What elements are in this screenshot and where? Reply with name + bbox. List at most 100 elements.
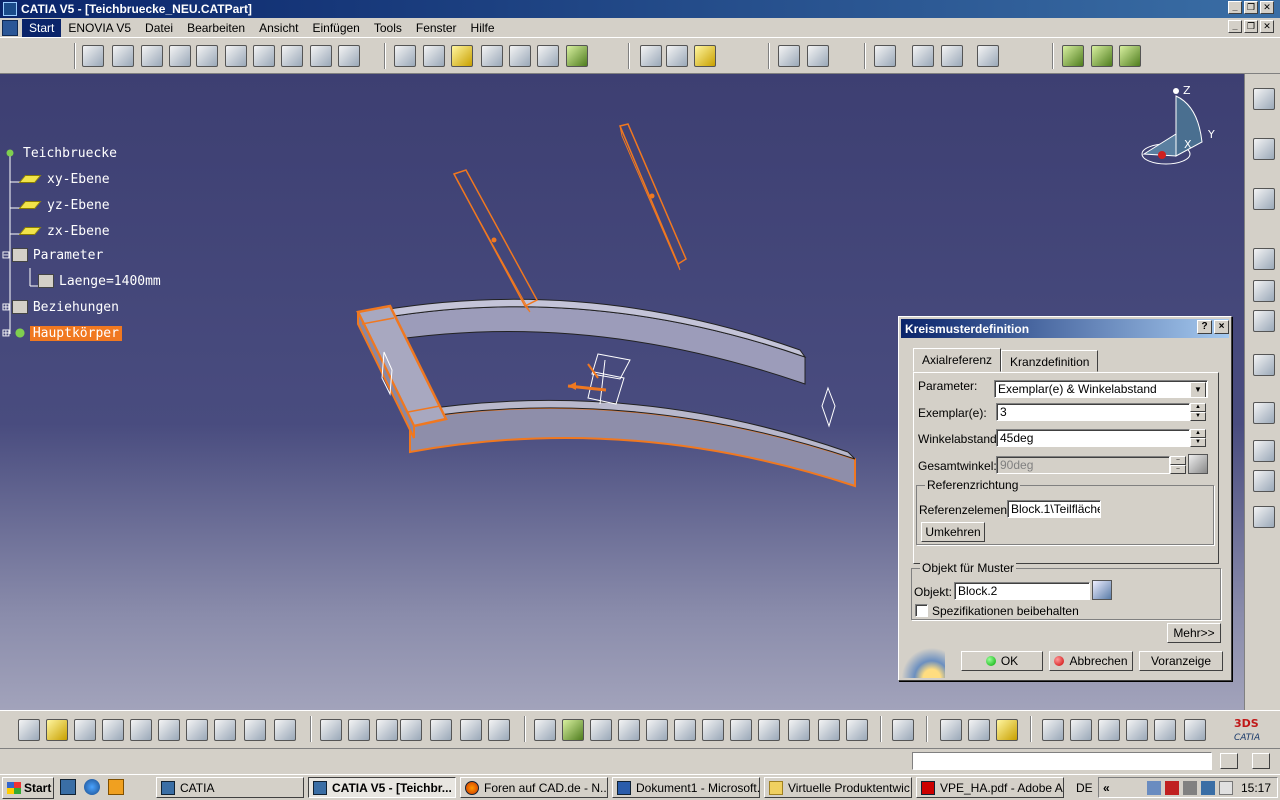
- volume-icon[interactable]: [1218, 780, 1233, 795]
- rib-icon[interactable]: [225, 45, 247, 67]
- boolean-icon[interactable]: [1253, 440, 1275, 462]
- print-icon[interactable]: [102, 719, 124, 741]
- groove-icon[interactable]: [169, 45, 191, 67]
- stiffener-icon[interactable]: [281, 45, 303, 67]
- zoom-out-icon[interactable]: [674, 719, 696, 741]
- knowledge-advisor-icon[interactable]: [348, 719, 370, 741]
- menu-einfuegen[interactable]: Einfügen: [305, 19, 366, 37]
- media-player-icon[interactable]: [108, 779, 124, 795]
- tree-item-laenge[interactable]: Laenge=1400mm: [38, 272, 164, 290]
- tray-icon-network[interactable]: [1146, 780, 1161, 795]
- exemplare-spinner[interactable]: ▲ ▼: [1190, 403, 1206, 421]
- undo-icon[interactable]: [214, 719, 236, 741]
- cylinder-icon[interactable]: [1154, 719, 1176, 741]
- collapse-icon[interactable]: ⊟: [2, 248, 10, 263]
- copy-icon[interactable]: [158, 719, 180, 741]
- pad-icon[interactable]: [82, 45, 104, 67]
- task-word[interactable]: Dokument1 - Microsoft...: [612, 777, 760, 798]
- menu-bearbeiten[interactable]: Bearbeiten: [180, 19, 252, 37]
- tree-item-yz-plane[interactable]: yz-Ebene: [18, 196, 113, 214]
- menu-ansicht[interactable]: Ansicht: [252, 19, 305, 37]
- settings-gear-icon[interactable]: [1253, 88, 1275, 110]
- measure-between-icon[interactable]: [940, 719, 962, 741]
- ok-button[interactable]: OK: [961, 651, 1043, 671]
- exemplare-input[interactable]: 3: [996, 403, 1190, 421]
- assemble-icon[interactable]: [874, 45, 896, 67]
- referenzelement-input[interactable]: Block.1\Teilfläche.: [1007, 500, 1101, 518]
- whats-this-icon[interactable]: [274, 719, 296, 741]
- catalog-icon[interactable]: [1253, 402, 1275, 424]
- axis-system-icon[interactable]: [1098, 719, 1120, 741]
- language-indicator[interactable]: DE: [1076, 781, 1093, 795]
- internet-explorer-icon[interactable]: [84, 779, 100, 795]
- spezifikationen-checkbox[interactable]: [915, 604, 928, 617]
- menu-datei[interactable]: Datei: [138, 19, 180, 37]
- menu-fenster[interactable]: Fenster: [409, 19, 464, 37]
- select-arrow-icon[interactable]: [1253, 138, 1275, 160]
- swap-space-icon[interactable]: [846, 719, 868, 741]
- fit-all-in-icon[interactable]: [562, 719, 584, 741]
- normal-view-icon[interactable]: [702, 719, 724, 741]
- transform-icon[interactable]: [1253, 470, 1275, 492]
- pan-icon[interactable]: [590, 719, 612, 741]
- tray-icon-device[interactable]: [1182, 780, 1197, 795]
- minimize-button[interactable]: _: [1228, 1, 1242, 14]
- dialog-close-button[interactable]: ×: [1214, 320, 1229, 334]
- winkelabstand-input[interactable]: 45deg: [996, 429, 1190, 447]
- split-icon[interactable]: [778, 45, 800, 67]
- shading-icon[interactable]: [788, 719, 810, 741]
- design-table-icon[interactable]: [376, 719, 398, 741]
- inertia-icon[interactable]: [1119, 45, 1141, 67]
- hierarchy-icon[interactable]: [430, 719, 452, 741]
- dialog-help-button[interactable]: ?: [1197, 320, 1212, 334]
- save-icon[interactable]: [74, 719, 96, 741]
- slot-icon[interactable]: [253, 45, 275, 67]
- new-file-icon[interactable]: [18, 719, 40, 741]
- hand-icon[interactable]: [1070, 719, 1092, 741]
- measure-item-icon[interactable]: [968, 719, 990, 741]
- formula-icon[interactable]: [1188, 454, 1208, 474]
- shaft-icon[interactable]: [141, 45, 163, 67]
- command-history-button[interactable]: [1220, 753, 1238, 769]
- tab-kranzdefinition[interactable]: Kranzdefinition: [1001, 350, 1099, 372]
- flag-note-icon[interactable]: [1253, 280, 1275, 302]
- edge-fillet-icon[interactable]: [394, 45, 416, 67]
- shell-icon[interactable]: [481, 45, 503, 67]
- remove-loft-icon[interactable]: [338, 45, 360, 67]
- restore-button[interactable]: ❐: [1244, 1, 1258, 14]
- doc-close-button[interactable]: ✕: [1260, 20, 1274, 33]
- analysis-tool-icon[interactable]: [1184, 719, 1206, 741]
- task-firefox[interactable]: Foren auf CAD.de - N...: [460, 777, 608, 798]
- tree-item-hauptkoerper[interactable]: ⊞ Hauptkörper: [2, 324, 122, 342]
- task-catia-v5[interactable]: CATIA V5 - [Teichbr...: [308, 777, 456, 798]
- mehr-button[interactable]: Mehr>>: [1167, 623, 1221, 643]
- rotate-icon[interactable]: [618, 719, 640, 741]
- update-icon[interactable]: [488, 719, 510, 741]
- tree-item-xy-plane[interactable]: xy-Ebene: [18, 170, 113, 188]
- tree-item-zx-plane[interactable]: zx-Ebene: [18, 222, 113, 240]
- cut-icon[interactable]: [130, 719, 152, 741]
- pocket-icon[interactable]: [112, 45, 134, 67]
- tab-axialreferenz[interactable]: Axialreferenz: [913, 348, 1002, 372]
- document-icon[interactable]: [2, 19, 18, 36]
- snap-icon[interactable]: [1042, 719, 1064, 741]
- fly-mode-icon[interactable]: [534, 719, 556, 741]
- multi-view-icon[interactable]: [730, 719, 752, 741]
- tray-icon-monitor[interactable]: [1200, 780, 1215, 795]
- umkehren-button[interactable]: Umkehren: [921, 522, 985, 542]
- menu-enovia[interactable]: ENOVIA V5: [61, 19, 138, 37]
- plane-icon[interactable]: [694, 45, 716, 67]
- zoom-in-icon[interactable]: [646, 719, 668, 741]
- text-annotation-icon[interactable]: [1253, 248, 1275, 270]
- start-button[interactable]: Start: [2, 776, 54, 799]
- paste-icon[interactable]: [186, 719, 208, 741]
- sketcher-icon[interactable]: [1253, 188, 1275, 210]
- open-file-icon[interactable]: [46, 719, 68, 741]
- thread-icon[interactable]: [537, 45, 559, 67]
- analysis-icon[interactable]: [1062, 45, 1084, 67]
- parameter-select[interactable]: Exemplar(e) & Winkelabstand ▼: [994, 380, 1208, 398]
- iso-view-icon[interactable]: [758, 719, 780, 741]
- menu-start[interactable]: Start: [22, 18, 62, 37]
- task-catia[interactable]: CATIA: [156, 777, 304, 798]
- redo-icon[interactable]: [244, 719, 266, 741]
